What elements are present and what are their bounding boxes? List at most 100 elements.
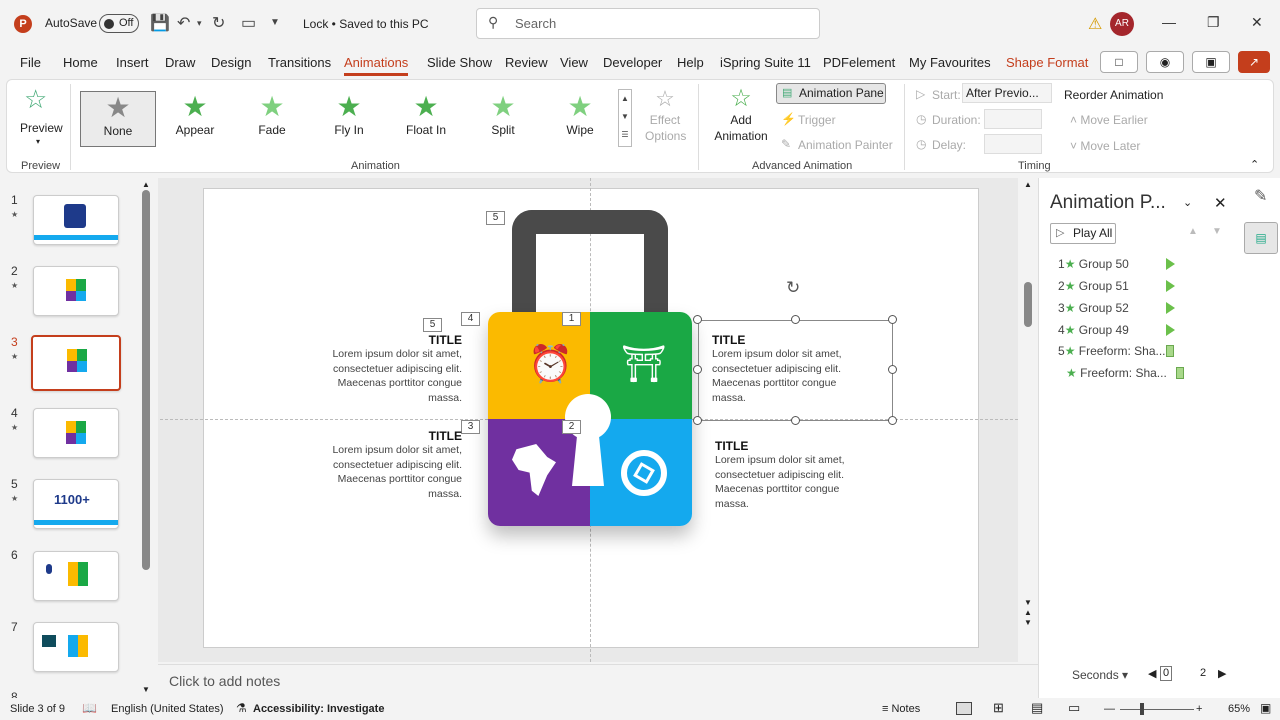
tab-help[interactable]: Help (677, 55, 704, 70)
tab-developer[interactable]: Developer (603, 55, 662, 70)
seconds-dropdown[interactable]: Seconds ▾ (1072, 668, 1128, 682)
tab-view[interactable]: View (560, 55, 588, 70)
language-label[interactable]: English (United States) (111, 703, 224, 715)
animation-fly-in[interactable]: ★ Fly In (311, 91, 387, 147)
scroll-up-icon[interactable]: ▲ (142, 180, 150, 189)
slide-thumbnail-2[interactable] (33, 266, 119, 316)
tab-review[interactable]: Review (505, 55, 548, 70)
close-window-icon[interactable]: ✕ (1251, 14, 1263, 31)
undo-dropdown-icon[interactable]: ▾ (197, 18, 202, 29)
tab-home[interactable]: Home (63, 55, 98, 70)
animation-item[interactable]: 5★ Freeform: Sha... (1058, 344, 1166, 358)
animation-item[interactable]: ★ Freeform: Sha... (1066, 366, 1167, 380)
slide-thumbnail-7[interactable] (33, 622, 119, 672)
page-nav-icon[interactable]: ▼ ▲ ▼ (1024, 598, 1032, 628)
slide-thumbnail-1[interactable] (33, 195, 119, 245)
animation-item[interactable]: 2★ Group 51 (1058, 279, 1129, 293)
search-input[interactable]: Search (476, 8, 820, 39)
present-icon[interactable]: ▭ (241, 13, 256, 33)
animation-none[interactable]: ★ None (80, 91, 156, 147)
slide-thumbnail-5[interactable]: 1100+ (33, 479, 119, 529)
animation-item[interactable]: 3★ Group 52 (1058, 301, 1129, 315)
spellcheck-icon[interactable]: 📖 (82, 701, 97, 715)
notes-placeholder[interactable]: Click to add notes (169, 673, 280, 689)
animation-appear[interactable]: ★ Appear (157, 91, 233, 147)
slide-thumbnail-6[interactable] (33, 551, 119, 601)
fit-to-window-icon[interactable]: ▣ (1260, 701, 1271, 715)
resize-handle[interactable] (693, 416, 702, 425)
move-earlier-button[interactable]: ˄ Move Earlier (1070, 113, 1148, 127)
share-button[interactable]: ↗ (1238, 51, 1270, 73)
customize-toolbar-icon[interactable]: ▼ (270, 17, 280, 28)
zoom-slider-thumb[interactable] (1140, 703, 1144, 715)
animation-fade[interactable]: ★ Fade (234, 91, 310, 147)
move-down-icon[interactable]: ▼ (1212, 226, 1222, 237)
duration-input[interactable] (984, 109, 1042, 129)
zoom-slider-track[interactable] (1120, 709, 1194, 710)
tab-pdfelement[interactable]: PDFelement (823, 55, 895, 70)
designer-icon[interactable]: ✎ (1254, 186, 1267, 206)
thumbnails-scrollbar[interactable] (142, 190, 150, 570)
tab-design[interactable]: Design (211, 55, 251, 70)
tab-file[interactable]: File (20, 55, 41, 70)
lock-body[interactable]: ⏰ ⛩ (488, 312, 692, 526)
warning-icon[interactable]: ⚠ (1088, 14, 1102, 34)
timeline-left-icon[interactable]: ◀ (1148, 667, 1156, 680)
animation-painter-button[interactable]: Animation Painter (798, 138, 893, 152)
animation-pane-button[interactable]: Animation Pane (776, 83, 886, 104)
resize-handle[interactable] (791, 315, 800, 324)
move-later-button[interactable]: ˅ Move Later (1070, 139, 1140, 153)
preview-star-icon[interactable]: ☆ (24, 84, 47, 115)
autosave-toggle[interactable]: Off (99, 14, 139, 33)
animation-wipe[interactable]: ★ Wipe (542, 91, 618, 147)
rotate-handle-icon[interactable]: ↻ (786, 278, 800, 298)
animation-item[interactable]: 1★ Group 50 (1058, 257, 1129, 271)
animation-pane-side-icon[interactable]: ▤ (1244, 222, 1278, 254)
preview-dropdown-icon[interactable]: ▾ (36, 137, 40, 146)
resize-handle[interactable] (888, 416, 897, 425)
restore-icon[interactable]: ❐ (1207, 14, 1220, 31)
text-block-top-right[interactable]: TITLE Lorem ipsum dolor sit amet, consec… (712, 333, 862, 405)
zoom-out-icon[interactable]: — (1104, 703, 1115, 715)
slide-sorter-icon[interactable]: ⊞ (993, 700, 1004, 716)
notes-button[interactable]: ≡ Notes (882, 703, 920, 715)
resize-handle[interactable] (791, 416, 800, 425)
slide-thumbnail-4[interactable] (33, 408, 119, 458)
tab-my-favourites[interactable]: My Favourites (909, 55, 991, 70)
resize-handle[interactable] (693, 365, 702, 374)
gallery-scroll[interactable]: ▲ ▼ ☰ (618, 89, 632, 147)
resize-handle[interactable] (693, 315, 702, 324)
canvas-scrollbar[interactable] (1024, 282, 1032, 327)
start-select[interactable]: After Previo... (962, 83, 1052, 103)
scroll-down-icon[interactable]: ▼ (142, 685, 150, 694)
share-teams-button[interactable]: ▣ (1192, 51, 1230, 73)
tab-transitions[interactable]: Transitions (268, 55, 331, 70)
reading-view-icon[interactable]: ▤ (1031, 700, 1043, 716)
delay-input[interactable] (984, 134, 1042, 154)
pane-options-icon[interactable]: ⌄ (1183, 196, 1192, 209)
close-pane-icon[interactable]: ✕ (1214, 194, 1227, 212)
add-animation-button[interactable]: ☆ Add Animation (708, 86, 774, 144)
minimize-icon[interactable]: — (1162, 14, 1176, 30)
collapse-ribbon-icon[interactable]: ⌃ (1250, 158, 1259, 171)
slideshow-icon[interactable]: ▭ (1068, 700, 1080, 716)
resize-handle[interactable] (888, 365, 897, 374)
lock-shackle[interactable] (512, 210, 668, 320)
zoom-level[interactable]: 65% (1228, 703, 1250, 715)
tab-shape-format[interactable]: Shape Format (1006, 55, 1088, 70)
tab-draw[interactable]: Draw (165, 55, 195, 70)
notes-pane[interactable] (158, 664, 1038, 696)
tab-animations[interactable]: Animations (344, 55, 409, 76)
scroll-up-icon[interactable]: ▲ (1024, 180, 1032, 189)
accessibility-icon[interactable]: ⚗ (236, 701, 247, 715)
timeline-right-icon[interactable]: ▶ (1218, 667, 1226, 680)
tab-slide-show[interactable]: Slide Show (427, 55, 492, 70)
slide-thumbnail-3[interactable] (31, 335, 121, 391)
zoom-in-icon[interactable]: + (1196, 703, 1202, 715)
normal-view-icon[interactable] (956, 702, 972, 715)
avatar[interactable]: AR (1110, 12, 1134, 36)
text-block-bottom-right[interactable]: TITLE Lorem ipsum dolor sit amet, consec… (715, 439, 865, 511)
text-block-top-left[interactable]: TITLE Lorem ipsum dolor sit amet, consec… (312, 333, 462, 405)
move-up-icon[interactable]: ▲ (1188, 226, 1198, 237)
preview-button[interactable]: Preview (20, 121, 63, 135)
